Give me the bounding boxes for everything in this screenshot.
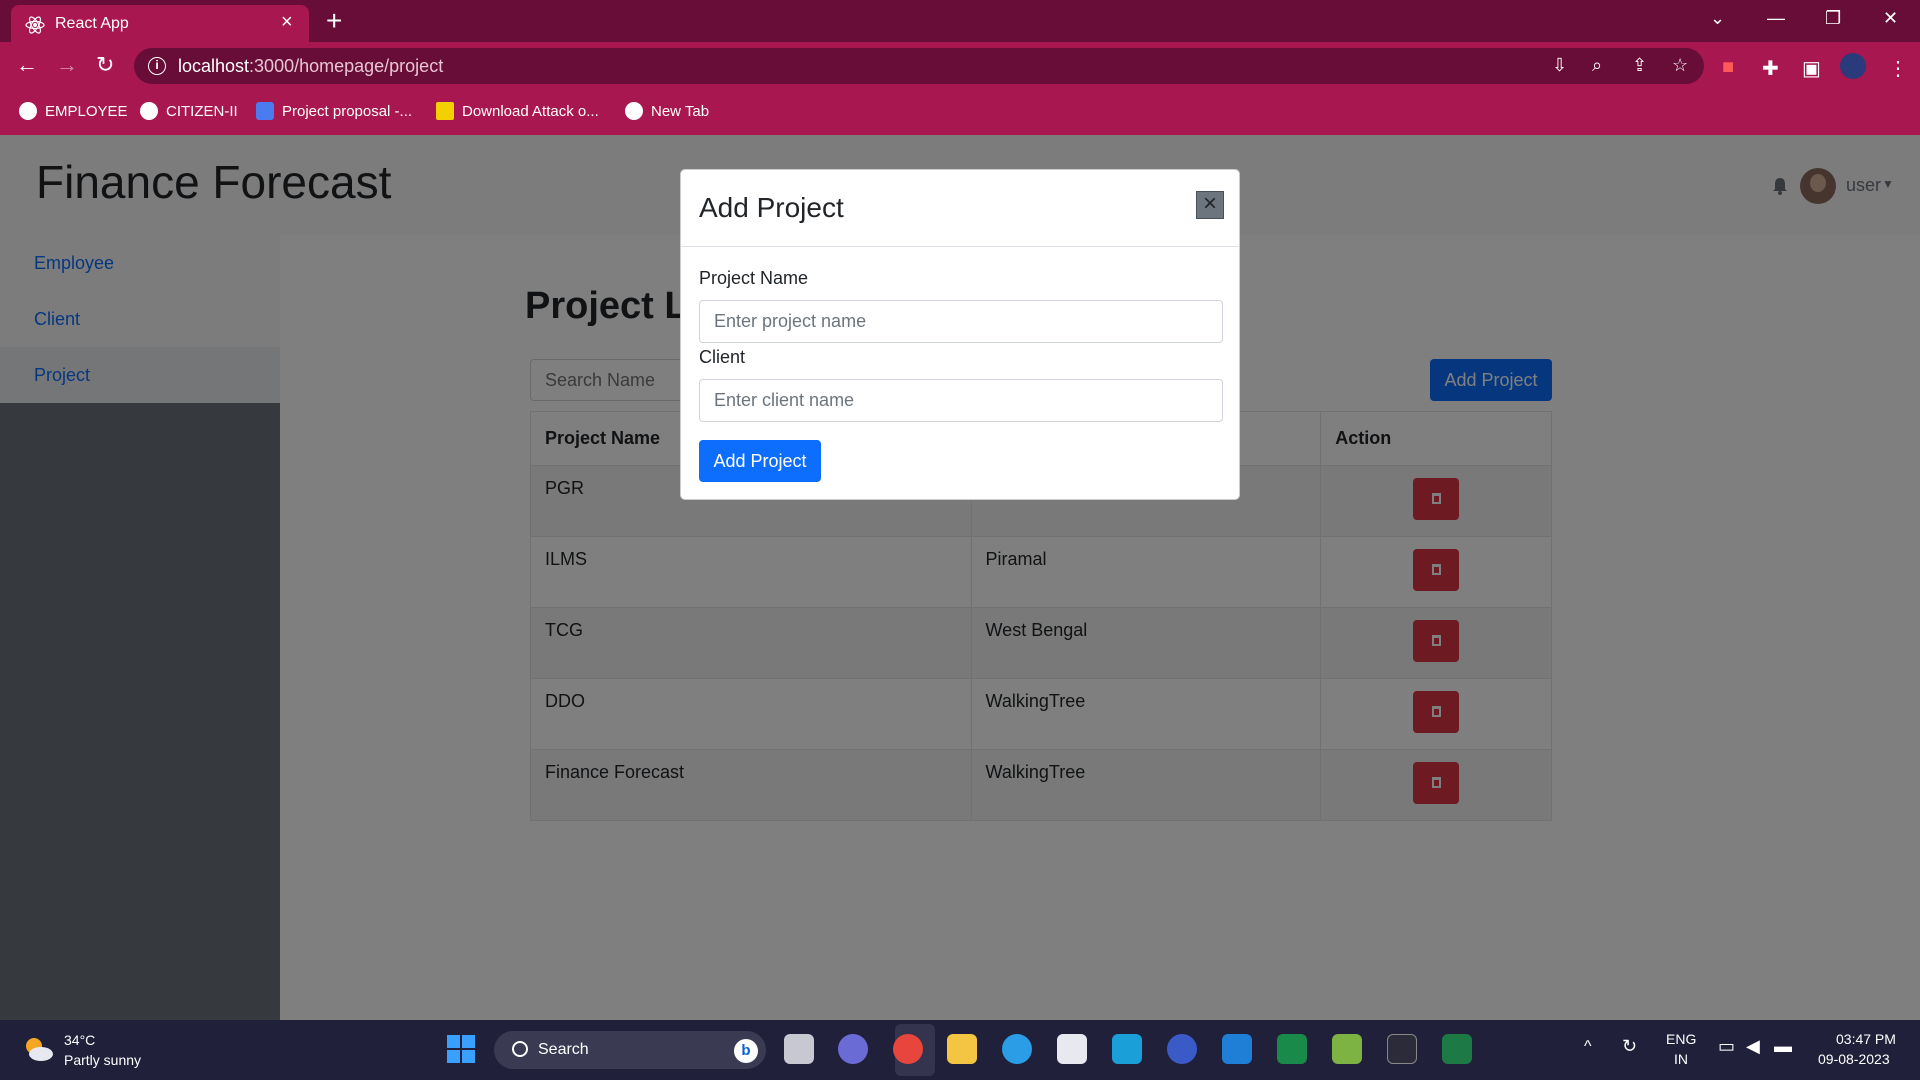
address-bar[interactable]: i localhost:3000/homepage/project ⇩ ⌕ ⇪ … xyxy=(134,48,1704,84)
task-view-icon[interactable] xyxy=(784,1034,814,1064)
forward-icon[interactable]: → xyxy=(56,52,78,78)
url-host: localhost xyxy=(178,56,250,76)
chevron-up-icon[interactable]: ^ xyxy=(1584,1038,1592,1056)
address-toolbar: ← → ↻ i localhost:3000/homepage/project … xyxy=(0,42,1920,90)
profile-avatar[interactable] xyxy=(1840,53,1866,79)
globe-icon xyxy=(625,102,643,120)
tab-title: React App xyxy=(55,15,129,32)
bookmark-label: EMPLOYEE xyxy=(45,102,128,120)
restore-icon[interactable]: ❐ xyxy=(1825,8,1841,29)
bookmark-download-attack[interactable]: Download Attack o... xyxy=(436,102,599,120)
globe-icon xyxy=(19,102,37,120)
bookmark-citizen[interactable]: CITIZEN-II xyxy=(140,102,238,120)
logo-icon xyxy=(436,102,454,120)
bookmark-label: New Tab xyxy=(651,102,710,120)
back-icon[interactable]: ← xyxy=(16,52,38,78)
excel-icon[interactable] xyxy=(1442,1034,1472,1064)
clock-time[interactable]: 03:47 PM xyxy=(1836,1031,1896,1047)
project-name-input[interactable] xyxy=(699,300,1223,343)
weather-partly-sunny-icon[interactable] xyxy=(22,1034,54,1064)
bookmark-star-icon[interactable]: ☆ xyxy=(1672,55,1688,76)
bing-icon[interactable]: b xyxy=(734,1039,758,1063)
store-icon[interactable] xyxy=(1057,1034,1087,1064)
project-name-label: Project Name xyxy=(699,268,809,288)
tab-close-icon[interactable]: × xyxy=(281,12,293,32)
clock-date[interactable]: 09-08-2023 xyxy=(1818,1051,1890,1067)
bookmark-project-proposal[interactable]: Project proposal -... xyxy=(256,102,412,120)
modal-add-project-button[interactable]: Add Project xyxy=(699,440,821,482)
url-text[interactable]: localhost:3000/homepage/project xyxy=(178,56,443,77)
tab-search-icon[interactable]: ⌄ xyxy=(1710,8,1725,29)
extensions-puzzle-icon[interactable]: ✚ xyxy=(1762,56,1779,81)
bookmark-new-tab[interactable]: New Tab xyxy=(625,102,709,120)
new-tab-icon[interactable]: + xyxy=(326,7,342,35)
taskbar-search-label: Search xyxy=(538,1041,589,1058)
zoom-icon[interactable]: ⌕ xyxy=(1592,55,1602,76)
extension-icon[interactable]: ■ xyxy=(1722,56,1734,79)
add-project-modal: Add Project × Project Name Client Add Pr… xyxy=(680,169,1240,500)
browser-tab[interactable]: React App × xyxy=(11,5,309,42)
language-indicator[interactable]: ENG xyxy=(1666,1031,1696,1047)
bookmarks-bar: EMPLOYEE CITIZEN-II Project proposal -..… xyxy=(0,90,1920,135)
bookmark-label: Download Attack o... xyxy=(462,102,599,120)
weather-temperature: 34°C xyxy=(64,1032,96,1048)
chat-icon[interactable] xyxy=(838,1034,868,1064)
search-icon xyxy=(512,1041,528,1057)
bookmark-label: Project proposal -... xyxy=(282,102,413,120)
file-explorer-icon[interactable] xyxy=(947,1034,977,1064)
install-app-icon[interactable]: ⇩ xyxy=(1552,55,1567,76)
document-icon xyxy=(256,102,274,120)
windows-taskbar: 34°C Partly sunny Search b ^ ↻ ENG IN ▭ … xyxy=(0,1020,1920,1080)
bookmark-employee[interactable]: EMPLOYEE xyxy=(19,102,128,120)
client-label: Client xyxy=(699,347,746,367)
notepad-icon[interactable] xyxy=(1332,1034,1362,1064)
bookmark-label: CITIZEN-II xyxy=(166,102,238,120)
anydesk-icon[interactable] xyxy=(1167,1034,1197,1064)
react-logo-icon xyxy=(25,16,45,34)
terminal-icon[interactable] xyxy=(1387,1034,1417,1064)
weather-description: Partly sunny xyxy=(64,1052,142,1068)
share-icon[interactable]: ⇪ xyxy=(1632,55,1647,76)
menu-kebab-icon[interactable]: ⋮ xyxy=(1888,56,1908,81)
client-name-input[interactable] xyxy=(699,379,1223,422)
windows-start-icon[interactable] xyxy=(447,1035,475,1063)
browser-tab-strip: React App × + ⌄ — ❐ ✕ xyxy=(0,0,1920,42)
battery-icon[interactable]: ▬ xyxy=(1774,1036,1792,1057)
close-icon[interactable]: × xyxy=(1196,191,1224,219)
chrome-icon[interactable] xyxy=(893,1034,923,1064)
network-icon[interactable]: ▭ xyxy=(1718,1036,1735,1057)
sync-icon[interactable]: ↻ xyxy=(1622,1036,1637,1057)
url-path: :3000/homepage/project xyxy=(249,56,444,76)
globe-icon xyxy=(140,102,158,120)
taskbar-search[interactable]: Search b xyxy=(494,1031,766,1069)
vscode-icon[interactable] xyxy=(1222,1034,1252,1064)
reload-icon[interactable]: ↻ xyxy=(96,52,114,78)
modal-title: Add Project xyxy=(699,192,844,223)
l-app-icon[interactable] xyxy=(1112,1034,1142,1064)
modal-header: Add Project × xyxy=(681,170,1239,247)
minimize-icon[interactable]: — xyxy=(1767,8,1785,29)
site-info-icon[interactable]: i xyxy=(148,57,166,75)
region-indicator[interactable]: IN xyxy=(1674,1051,1688,1067)
volume-icon[interactable]: ◀ xyxy=(1746,1036,1760,1057)
window-close-icon[interactable]: ✕ xyxy=(1883,8,1898,29)
edge-icon[interactable] xyxy=(1002,1034,1032,1064)
chat-app-icon[interactable] xyxy=(1277,1034,1307,1064)
side-panel-icon[interactable]: ▣ xyxy=(1802,56,1821,81)
